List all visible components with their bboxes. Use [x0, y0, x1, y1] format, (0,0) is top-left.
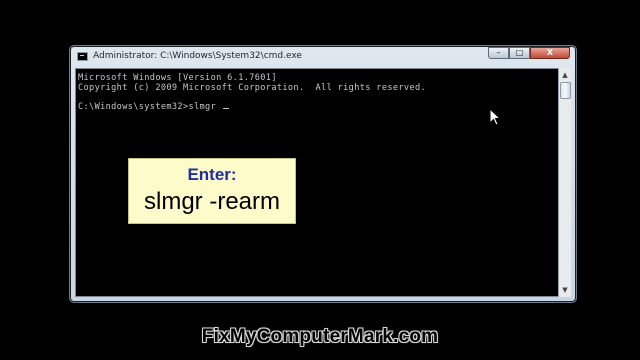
console-line-copyright: Copyright (c) 2009 Microsoft Corporation… — [78, 83, 427, 93]
console-line-version: Microsoft Windows [Version 6.1.7601] — [78, 73, 277, 83]
close-button[interactable]: X — [530, 47, 570, 59]
prompt-text: C:\Windows\system32>slmgr — [78, 102, 222, 112]
minimize-button[interactable]: – — [488, 47, 509, 59]
scroll-thumb[interactable] — [560, 82, 571, 99]
vertical-scrollbar[interactable]: ▲ ▼ — [558, 68, 571, 297]
instruction-callout: Enter: slmgr -rearm — [128, 158, 296, 224]
site-watermark: FixMyComputerMark.com — [201, 326, 439, 347]
scroll-up-arrow-icon[interactable]: ▲ — [559, 69, 571, 81]
caption-buttons: – □ X — [488, 47, 570, 59]
text-cursor — [222, 108, 229, 109]
title-bar[interactable]: Administrator: C:\Windows\System32\cmd.e… — [70, 46, 576, 66]
mouse-pointer-icon — [489, 108, 501, 126]
window-title: Administrator: C:\Windows\System32\cmd.e… — [93, 51, 302, 61]
callout-label: Enter: — [187, 165, 237, 184]
scroll-down-arrow-icon[interactable]: ▼ — [559, 284, 571, 296]
cmd-icon — [77, 52, 88, 61]
maximize-button[interactable]: □ — [509, 47, 530, 59]
console-line-prompt[interactable]: C:\Windows\system32>slmgr — [78, 102, 229, 112]
callout-command: slmgr -rearm — [144, 188, 280, 215]
